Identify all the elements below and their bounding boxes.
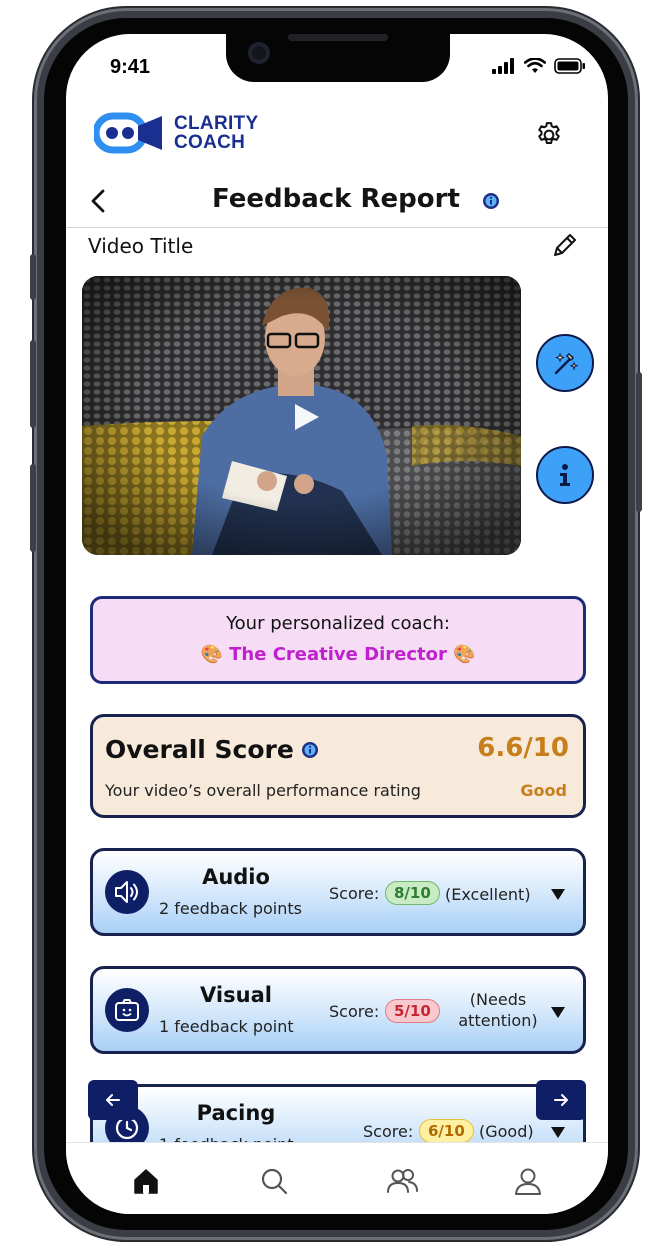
search-icon bbox=[261, 1168, 288, 1195]
overall-score-card: Overall Score 6.6/10 Your video’s overal… bbox=[90, 714, 586, 818]
category-status-line1: (Needs bbox=[469, 990, 527, 1009]
gear-icon bbox=[538, 122, 560, 144]
home-icon bbox=[134, 1169, 158, 1194]
wifi-icon bbox=[524, 58, 546, 73]
mute-switch bbox=[30, 254, 36, 300]
status-time: 9:41 bbox=[110, 56, 151, 78]
info-icon[interactable] bbox=[301, 741, 319, 759]
carousel-prev-button[interactable] bbox=[88, 1080, 138, 1120]
edit-title-button[interactable] bbox=[550, 230, 584, 264]
category-status: (Excellent) bbox=[445, 885, 531, 904]
nav-profile[interactable] bbox=[510, 1163, 546, 1199]
nav-home[interactable] bbox=[128, 1163, 164, 1199]
category-status: (Good) bbox=[479, 1122, 534, 1141]
category-score-badge: 5/10 bbox=[385, 999, 440, 1023]
nav-community[interactable] bbox=[384, 1163, 420, 1199]
category-status: (Needs attention) bbox=[453, 989, 543, 1031]
page-title: Feedback Report bbox=[212, 184, 460, 214]
info-icon[interactable] bbox=[482, 192, 500, 210]
category-name: Audio bbox=[202, 865, 270, 889]
chevron-down-icon[interactable] bbox=[551, 889, 565, 900]
arrow-left-icon bbox=[106, 1094, 120, 1106]
video-player[interactable] bbox=[82, 276, 521, 555]
overall-score-rating: Good bbox=[520, 781, 567, 800]
category-card-audio[interactable]: Audio 2 feedback points Score: 8/10 (Exc… bbox=[90, 848, 586, 936]
video-title: Video Title bbox=[88, 234, 194, 258]
chevron-left-icon bbox=[91, 189, 105, 213]
category-score-label: Score: bbox=[363, 1122, 414, 1141]
info-button[interactable] bbox=[536, 446, 594, 504]
clarity-coach-logo-icon bbox=[94, 112, 162, 154]
coach-card: Your personalized coach: 🎨 The Creative … bbox=[90, 596, 586, 684]
front-camera bbox=[248, 42, 270, 64]
volume-up-button bbox=[30, 340, 36, 428]
notch bbox=[226, 34, 450, 82]
brand-logo: CLARITY COACH bbox=[94, 112, 258, 154]
battery-icon bbox=[554, 58, 585, 74]
overall-score-value: 6.6/10 bbox=[477, 733, 569, 763]
back-button[interactable] bbox=[84, 186, 114, 216]
chevron-down-icon[interactable] bbox=[551, 1007, 565, 1018]
category-feedback-count: 1 feedback point bbox=[159, 1017, 294, 1036]
category-score-badge: 8/10 bbox=[385, 881, 440, 905]
earpiece bbox=[288, 34, 388, 41]
volume-down-button bbox=[30, 464, 36, 552]
magic-wand-icon bbox=[554, 352, 579, 375]
profile-icon bbox=[515, 1168, 541, 1195]
overall-score-subtitle: Your video’s overall performance rating bbox=[105, 781, 421, 800]
signal-icon bbox=[492, 58, 514, 74]
status-icons bbox=[492, 58, 586, 74]
chevron-down-icon[interactable] bbox=[551, 1127, 565, 1138]
bottom-nav bbox=[66, 1142, 608, 1214]
category-name: Visual bbox=[200, 983, 272, 1007]
category-card-visual[interactable]: Visual 1 feedback point Score: 5/10 (Nee… bbox=[90, 966, 586, 1054]
overall-score-title: Overall Score bbox=[105, 735, 294, 764]
category-score-label: Score: bbox=[329, 1002, 380, 1021]
title-bar: Feedback Report bbox=[66, 176, 608, 228]
video-thumbnail bbox=[82, 276, 521, 555]
power-button bbox=[636, 372, 642, 512]
community-icon bbox=[387, 1169, 418, 1193]
arrow-right-icon bbox=[554, 1094, 568, 1106]
category-score-badge: 6/10 bbox=[419, 1119, 474, 1143]
carousel-next-button[interactable] bbox=[536, 1080, 586, 1120]
brand-name-line2: COACH bbox=[174, 132, 246, 153]
brand-name-line1: CLARITY bbox=[174, 113, 259, 134]
coach-label: Your personalized coach: bbox=[226, 613, 450, 634]
category-status-line2: attention) bbox=[458, 1011, 538, 1030]
category-score-label: Score: bbox=[329, 884, 380, 903]
nav-search[interactable] bbox=[256, 1163, 292, 1199]
coach-name: 🎨 The Creative Director 🎨 bbox=[200, 644, 476, 665]
pencil-icon bbox=[554, 234, 576, 256]
settings-button[interactable] bbox=[532, 118, 566, 152]
info-i-icon bbox=[560, 464, 570, 486]
category-feedback-count: 2 feedback points bbox=[159, 899, 302, 918]
app-screen: 9:41 CLARITY COACH Feedback Report Video… bbox=[66, 34, 608, 1214]
ai-enhance-button[interactable] bbox=[536, 334, 594, 392]
